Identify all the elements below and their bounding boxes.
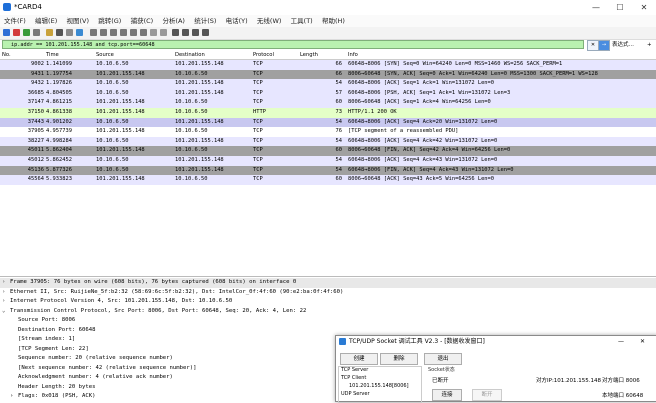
col-protocol[interactable]: Protocol	[253, 51, 274, 59]
resize-columns-icon[interactable]	[202, 29, 209, 36]
socket-tool-icon	[339, 338, 346, 345]
tree-tcp-client[interactable]: TCP Client	[341, 375, 366, 381]
packet-row[interactable]: 9002 1.141099 10.10.6.50 101.201.155.148 TCP…	[0, 60, 656, 70]
restart-capture-icon[interactable]	[23, 29, 30, 36]
packet-row[interactable]: 37443 4.901202 10.10.6.50 101.201.155.148 TC…	[0, 117, 656, 128]
tree-udp-server[interactable]: UDP Server	[341, 391, 370, 397]
add-filter-button[interactable]: +	[647, 40, 652, 50]
detail-ethernet[interactable]: › Ethernet II, Src: RuijieNe_5f:b2:32 (58…	[0, 288, 656, 298]
tree-tcp-server[interactable]: TCP Server	[341, 367, 368, 373]
connect-button[interactable]: 连接	[432, 389, 462, 401]
display-filter-bar: ip.addr == 101.201.155.148 and tcp.port=…	[0, 40, 656, 51]
window-title: *CARD4	[14, 3, 42, 11]
packet-row[interactable]: 38227 4.998284 10.10.6.50 101.201.155.148 TC…	[0, 136, 656, 147]
options-icon[interactable]	[33, 29, 40, 36]
menu-file[interactable]: 文件(F)	[4, 15, 26, 27]
menu-go[interactable]: 跳转(G)	[98, 15, 121, 27]
zoom-out-icon[interactable]	[182, 29, 189, 36]
menu-bar: 文件(F) 编辑(E) 视图(V) 跳转(G) 捕获(C) 分析(A) 统计(S…	[0, 15, 656, 27]
detail-ipv4[interactable]: › Internet Protocol Version 4, Src: 101.2…	[0, 297, 656, 307]
menu-tools[interactable]: 工具(T)	[291, 15, 313, 27]
col-length[interactable]: Length	[300, 51, 318, 59]
detail-tcp-field[interactable]: Destination Port: 60648	[18, 326, 95, 336]
go-back-icon[interactable]	[100, 29, 107, 36]
col-source[interactable]: Source	[96, 51, 114, 59]
auto-scroll-icon[interactable]	[150, 29, 157, 36]
detail-tcp-field[interactable]: [TCP Segment Len: 22]	[18, 345, 89, 355]
packet-list-header: No. Time Source Destination Protocol Len…	[0, 51, 656, 60]
apply-filter-icon[interactable]: →	[598, 40, 610, 51]
zoom-in-icon[interactable]	[172, 29, 179, 36]
socket-tool-window: TCP/UDP Socket 调试工具 V2.3 - [数据收发窗口] — ✕ …	[335, 335, 656, 403]
col-time[interactable]: Time	[46, 51, 59, 59]
tree-client-connection[interactable]: 101.201.155.148[8006]	[349, 383, 409, 389]
delete-button[interactable]: 删除	[380, 353, 418, 365]
open-file-icon[interactable]	[46, 29, 53, 36]
menu-capture[interactable]: 捕获(C)	[131, 15, 154, 27]
detail-frame[interactable]: › Frame 37905: 76 bytes on wire (608 bits…	[0, 278, 656, 288]
packet-row-selected[interactable]: 37905 4.957739 101.201.155.148 10.10.6.50 TC…	[0, 127, 656, 137]
close-file-icon[interactable]	[66, 29, 73, 36]
socket-close-button[interactable]: ✕	[640, 336, 645, 347]
last-packet-icon[interactable]	[140, 29, 147, 36]
menu-help[interactable]: 帮助(H)	[322, 15, 345, 27]
exit-button[interactable]: 退出	[424, 353, 462, 365]
find-packet-icon[interactable]	[90, 29, 97, 36]
packet-row[interactable]: 45564 5.933823 101.201.155.148 10.10.6.50 TC…	[0, 175, 656, 185]
detail-tcp-field[interactable]: Sequence number: 20 (relative sequence n…	[18, 354, 173, 364]
menu-analyze[interactable]: 分析(A)	[162, 15, 185, 27]
wireshark-icon	[3, 3, 11, 11]
socket-tree: TCP Server TCP Client 101.201.155.148[80…	[338, 366, 422, 403]
disconnect-button[interactable]: 断开	[472, 389, 502, 401]
socket-state-label: Socket状态	[428, 367, 455, 373]
socket-status-group: Socket状态 已断开 对方IP:101.201.155.148 对方端口 8…	[426, 366, 656, 401]
create-button[interactable]: 创建	[340, 353, 378, 365]
display-filter-input[interactable]: ip.addr == 101.201.155.148 and tcp.port=…	[2, 40, 584, 49]
detail-tcp-field[interactable]: [Next sequence number: 42 (relative sequ…	[18, 364, 197, 374]
col-destination[interactable]: Destination	[175, 51, 205, 59]
stop-capture-icon[interactable]	[13, 29, 20, 36]
menu-telephony[interactable]: 电话(Y)	[226, 15, 248, 27]
menu-wireless[interactable]: 无线(W)	[257, 15, 282, 27]
socket-minimize-button[interactable]: —	[618, 336, 624, 347]
packet-row[interactable]: 9431 1.197754 101.201.155.148 10.10.6.50 TCP…	[0, 69, 656, 80]
packet-row[interactable]: 37147 4.861215 101.201.155.148 10.10.6.50 TC…	[0, 98, 656, 108]
first-packet-icon[interactable]	[130, 29, 137, 36]
detail-tcp-field[interactable]: Header Length: 20 bytes	[18, 383, 95, 393]
menu-statistics[interactable]: 统计(S)	[194, 15, 216, 27]
main-toolbar	[0, 27, 656, 40]
socket-state-value: 已断开	[432, 378, 449, 384]
local-port-label: 本地端口 60648	[602, 393, 644, 399]
packet-row[interactable]: 45011 5.862404 101.201.155.148 10.10.6.50 TC…	[0, 146, 656, 156]
detail-tcp-field[interactable]: Source Port: 8006	[18, 316, 75, 326]
peer-port-label: 对方端口 8006	[602, 378, 640, 384]
detail-tcp-field[interactable]: [Stream index: 1]	[18, 335, 75, 345]
detail-tcp[interactable]: ⌄ Transmission Control Protocol, Src Port…	[0, 307, 656, 317]
col-no[interactable]: No.	[2, 51, 11, 59]
go-forward-icon[interactable]	[110, 29, 117, 36]
menu-edit[interactable]: 编辑(E)	[35, 15, 57, 27]
packet-row[interactable]: 45012 5.862452 10.10.6.50 101.201.155.148 TC…	[0, 156, 656, 166]
normal-size-icon[interactable]	[192, 29, 199, 36]
menu-view[interactable]: 视图(V)	[66, 15, 89, 27]
packet-row[interactable]: 36685 4.804505 10.10.6.50 101.201.155.148 TC…	[0, 88, 656, 99]
minimize-button[interactable]: —	[584, 0, 608, 15]
start-capture-icon[interactable]	[3, 29, 10, 36]
socket-tool-titlebar: TCP/UDP Socket 调试工具 V2.3 - [数据收发窗口] — ✕	[336, 336, 656, 347]
detail-tcp-field[interactable]: Acknowledgment number: 4 (relative ack n…	[18, 373, 173, 383]
go-to-packet-icon[interactable]	[120, 29, 127, 36]
title-bar: *CARD4 — ☐ ✕	[0, 0, 656, 16]
packet-row[interactable]: 37150 4.861338 101.201.155.148 10.10.6.50 HT…	[0, 108, 656, 118]
peer-ip-label: 对方IP:101.201.155.148	[536, 378, 602, 384]
maximize-button[interactable]: ☐	[608, 0, 632, 15]
colorize-icon[interactable]	[160, 29, 167, 36]
packet-row[interactable]: 9432 1.197826 10.10.6.50 101.201.155.148 TCP…	[0, 79, 656, 89]
col-info[interactable]: Info	[348, 51, 358, 59]
packet-row[interactable]: 45136 5.877326 10.10.6.50 101.201.155.148 TC…	[0, 165, 656, 176]
packet-list: 9002 1.141099 10.10.6.50 101.201.155.148 TCP…	[0, 60, 656, 273]
close-button[interactable]: ✕	[632, 0, 656, 15]
save-file-icon[interactable]	[56, 29, 63, 36]
expression-button[interactable]: 表达式…	[612, 40, 634, 50]
reload-icon[interactable]	[76, 29, 83, 36]
